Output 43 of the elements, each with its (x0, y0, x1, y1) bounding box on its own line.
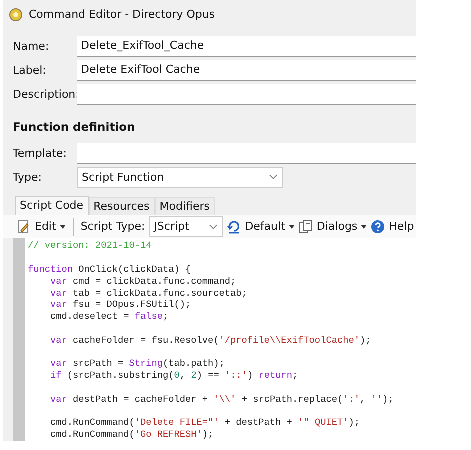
pencil-icon (17, 220, 31, 234)
script-type-dropdown[interactable]: JScript (149, 216, 224, 238)
chevron-down-icon (269, 174, 278, 180)
caret-icon (361, 225, 368, 230)
default-menu[interactable]: Default (245, 220, 295, 234)
code-line: // version: 2021-10-14 (28, 240, 153, 252)
window-title: Command Editor - Directory Opus (29, 8, 216, 22)
input-field[interactable]: Delete ExifTool Cache (77, 60, 416, 81)
tab[interactable]: Modifiers (154, 196, 215, 215)
app-icon (9, 8, 23, 22)
code-line: cmd.deselect = false; (50, 311, 170, 324)
tab[interactable]: Resources (88, 196, 155, 215)
code-line: if (srcPath.substring(0, 2) == '::') return; (50, 370, 300, 382)
code-line: cmd.RunCommand('Go REFRESH'); (50, 429, 215, 441)
code-line: cmd.RunCommand('Delete FILE="' + destPath + '" QUIET'); (50, 417, 361, 430)
chevron-down-icon (209, 224, 218, 230)
help-button[interactable]: Help (389, 220, 414, 234)
code-line: function OnClick(clickData) { (28, 264, 192, 276)
code-line: var tab = clickData.func.sourcetab; (50, 288, 248, 300)
field-label: Description: (13, 88, 77, 101)
code-line: var cacheFolder = fsu.Resolve('/profile\\ExifToolCache'); (50, 334, 372, 347)
code-line: var fsu = DOpus.FSUtil(); (50, 299, 192, 312)
input-field[interactable]: Delete_ExifTool_Cache (77, 36, 416, 57)
tab[interactable]: Script Code (15, 196, 89, 215)
caret-icon (288, 225, 295, 230)
type-dropdown[interactable]: Script Function (77, 166, 283, 188)
input-field[interactable] (77, 142, 416, 164)
script-type-label: Script Type: (80, 220, 146, 234)
code-line: var srcPath = String(tab.path); (50, 358, 226, 370)
caret-icon (60, 225, 66, 230)
code-line: var destPath = cacheFolder + '\\' + srcPath.replace(':', ''); (50, 394, 395, 406)
help-icon (371, 220, 386, 234)
undo-icon (227, 220, 242, 234)
code-line: var cmd = clickData.func.command; (50, 276, 238, 288)
input-field[interactable] (77, 84, 416, 105)
dialog-icon (298, 220, 313, 234)
edit-menu[interactable]: Edit (35, 220, 66, 234)
dialogs-menu[interactable]: Dialogs (316, 220, 368, 234)
field-label: Name: (13, 40, 50, 53)
section-title: Function definition (13, 120, 136, 134)
field-label: Type: (13, 170, 43, 184)
field-label: Label: (13, 64, 48, 77)
field-label: Template: (13, 146, 68, 160)
